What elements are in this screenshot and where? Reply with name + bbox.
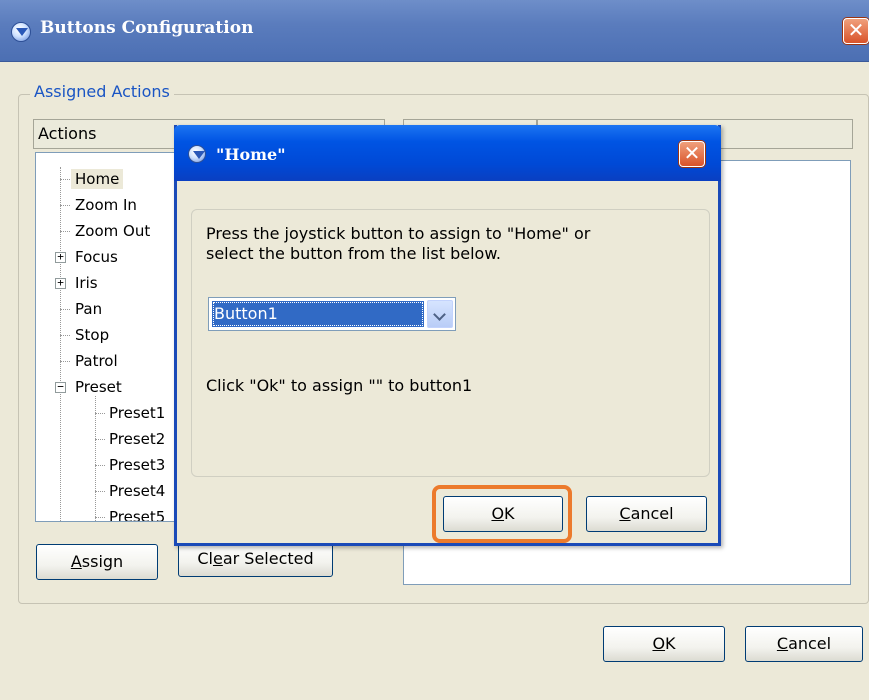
tree-connector (60, 231, 70, 232)
main-cancel-mnemonic: C (776, 634, 789, 653)
dialog-title-bar: "Home" ✕ (174, 125, 721, 181)
app-logo-icon (11, 22, 31, 42)
tree-connector (60, 309, 70, 310)
dialog-prompt-line1: Press the joystick button to assign to "… (206, 224, 591, 243)
collapse-preset-icon[interactable]: − (55, 381, 66, 393)
main-window-title: Buttons Configuration (40, 18, 254, 38)
tree-connector (60, 167, 61, 521)
dialog-title: "Home" (216, 145, 286, 164)
tree-connector (95, 413, 105, 414)
tree-item-iris[interactable]: Iris (75, 273, 98, 293)
main-ok-label-rest: K (665, 634, 676, 653)
main-cancel-button[interactable]: Cancel (745, 626, 863, 662)
assign-button-label-rest: ssign (81, 552, 124, 571)
button-select-dropdown[interactable]: Button1 (208, 297, 456, 331)
assign-button[interactable]: Assign (36, 544, 158, 580)
tree-item-stop[interactable]: Stop (75, 325, 109, 345)
dialog-confirm-text: Click "Ok" to assign "" to button1 (206, 376, 473, 395)
main-close-icon[interactable]: ✕ (843, 18, 869, 44)
tree-connector (95, 465, 105, 466)
main-title-bar: Buttons Configuration ✕ (0, 0, 869, 62)
tree-connector (95, 439, 105, 440)
tree-connector (60, 361, 70, 362)
dialog-cancel-mnemonic: C (619, 504, 631, 523)
dialog-prompt-line2: select the button from the list below. (206, 244, 502, 263)
tree-item-home[interactable]: Home (71, 169, 124, 189)
assigned-actions-label: Assigned Actions (30, 82, 174, 101)
main-ok-button[interactable]: OK (603, 626, 725, 662)
tree-item-preset5[interactable]: Preset5 (109, 507, 165, 521)
expand-focus-icon[interactable]: + (55, 251, 66, 263)
tree-connector (60, 335, 70, 336)
dialog-logo-icon (188, 145, 206, 163)
tree-connector (95, 396, 96, 521)
dialog-close-icon[interactable]: ✕ (679, 141, 705, 167)
expand-iris-icon[interactable]: + (55, 277, 66, 289)
clear-button-label-rest: ar Selected (222, 549, 314, 568)
tree-connector (95, 491, 105, 492)
tree-item-preset1[interactable]: Preset1 (109, 403, 165, 423)
tree-item-preset[interactable]: Preset (75, 377, 122, 397)
clear-button-mnemonic: e (212, 549, 223, 568)
dialog-cancel-button[interactable]: Cancel (586, 496, 707, 532)
tree-item-preset3[interactable]: Preset3 (109, 455, 165, 475)
tree-item-pan[interactable]: Pan (75, 299, 102, 319)
tree-item-preset2[interactable]: Preset2 (109, 429, 165, 449)
tree-connector (95, 517, 105, 518)
tree-item-zoom-out[interactable]: Zoom Out (75, 221, 150, 241)
clear-selected-button[interactable]: Clear Selected (178, 541, 333, 577)
dialog-cancel-label-rest: ancel (630, 504, 674, 523)
clear-button-label: Cl (197, 549, 213, 568)
selected-button-value: Button1 (212, 301, 424, 327)
main-ok-mnemonic: O (652, 634, 666, 653)
tree-item-focus[interactable]: Focus (75, 247, 118, 267)
assign-button-mnemonic: A (70, 552, 82, 571)
tree-connector (60, 205, 70, 206)
ok-highlight-ring (432, 485, 572, 543)
chevron-down-icon[interactable] (427, 300, 453, 328)
main-cancel-label-rest: ancel (788, 634, 832, 653)
home-assign-dialog: "Home" ✕ Press the joystick button to as… (174, 125, 721, 546)
tree-connector (60, 179, 70, 180)
tree-item-zoom-in[interactable]: Zoom In (75, 195, 137, 215)
tree-item-patrol[interactable]: Patrol (75, 351, 118, 371)
tree-item-preset4[interactable]: Preset4 (109, 481, 165, 501)
